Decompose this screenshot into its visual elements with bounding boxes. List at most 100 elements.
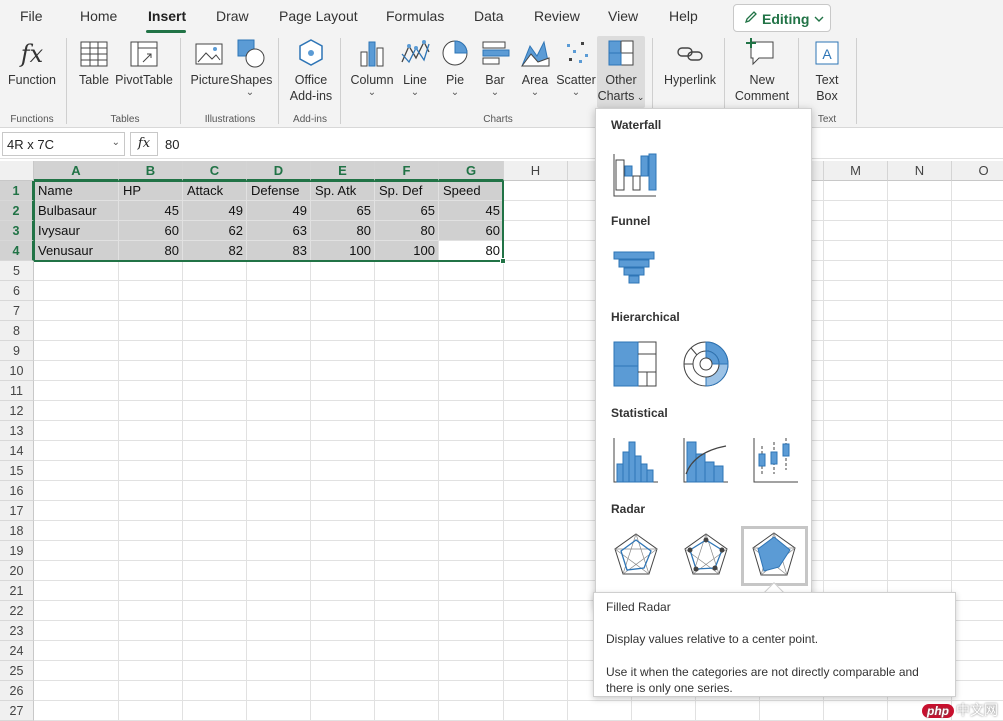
text-box-button[interactable]: A Text Box [806, 36, 848, 104]
row-header[interactable]: 6 [0, 281, 34, 301]
column-header[interactable]: D [247, 161, 311, 181]
pie-chart-button[interactable]: Pie ⌄ [436, 36, 474, 98]
tab-data[interactable]: Data [474, 8, 504, 24]
waterfall-chart-option[interactable] [608, 142, 668, 202]
pareto-chart-option[interactable] [678, 430, 738, 490]
tab-home[interactable]: Home [80, 8, 117, 24]
histogram-icon [613, 438, 658, 483]
row-header[interactable]: 23 [0, 621, 34, 641]
shapes-button[interactable]: Shapes ⌄ [230, 36, 272, 98]
row-header[interactable]: 27 [0, 701, 34, 721]
tab-file[interactable]: File [20, 8, 43, 24]
row-header[interactable]: 4 [0, 241, 34, 261]
row-header[interactable]: 1 [0, 181, 34, 201]
funnel-chart-option[interactable] [608, 238, 668, 298]
ribbon-insert: fx Function Functions Table PivotTable T… [0, 34, 1003, 128]
section-statistical: Statistical [611, 406, 668, 420]
watermark: php 中文网 [922, 700, 998, 720]
row-header[interactable]: 10 [0, 361, 34, 381]
box-whisker-chart-option[interactable] [748, 430, 808, 490]
row-header[interactable]: 2 [0, 201, 34, 221]
row-header[interactable]: 19 [0, 541, 34, 561]
function-button[interactable]: fx Function [8, 36, 56, 88]
column-header[interactable]: A [34, 161, 119, 181]
column-header[interactable]: N [888, 161, 952, 181]
new-comment-icon [732, 36, 792, 72]
ribbon-tabs: File Home Insert Draw Page Layout Formul… [0, 0, 1003, 34]
grid-hline [34, 300, 1003, 301]
column-header[interactable]: C [183, 161, 247, 181]
row-header[interactable]: 15 [0, 461, 34, 481]
picture-button[interactable]: Picture [190, 36, 230, 88]
row-header[interactable]: 14 [0, 441, 34, 461]
row-header[interactable]: 22 [0, 601, 34, 621]
row-header[interactable]: 18 [0, 521, 34, 541]
row-header[interactable]: 17 [0, 501, 34, 521]
column-chart-button[interactable]: Column ⌄ [350, 36, 394, 98]
select-all-corner[interactable] [0, 161, 34, 181]
group-separator [340, 38, 341, 124]
waterfall-icon [613, 153, 657, 197]
radar-chart-option[interactable] [608, 526, 668, 586]
radar-markers-chart-option[interactable] [678, 526, 738, 586]
row-header[interactable]: 7 [0, 301, 34, 321]
grid-hline [34, 560, 1003, 561]
row-header[interactable]: 20 [0, 561, 34, 581]
row-header[interactable]: 3 [0, 221, 34, 241]
tab-help[interactable]: Help [669, 8, 698, 24]
bar-chart-button[interactable]: Bar ⌄ [476, 36, 514, 98]
row-header[interactable]: 24 [0, 641, 34, 661]
column-header[interactable]: M [824, 161, 888, 181]
hyperlink-button[interactable]: Hyperlink [662, 36, 718, 88]
new-comment-button[interactable]: New Comment [732, 36, 792, 104]
function-label: Function [8, 73, 56, 87]
area-chart-button[interactable]: Area ⌄ [516, 36, 554, 98]
insert-function-button[interactable]: fx [130, 132, 158, 156]
row-header[interactable]: 26 [0, 681, 34, 701]
column-header[interactable]: H [504, 161, 568, 181]
tab-draw[interactable]: Draw [216, 8, 249, 24]
row-header[interactable]: 21 [0, 581, 34, 601]
sunburst-chart-option[interactable] [678, 334, 738, 394]
row-header[interactable]: 5 [0, 261, 34, 281]
row-header[interactable]: 16 [0, 481, 34, 501]
column-header[interactable]: F [375, 161, 439, 181]
treemap-chart-option[interactable] [608, 334, 668, 394]
column-header[interactable]: O [952, 161, 1003, 181]
tab-view[interactable]: View [608, 8, 638, 24]
watermark-text: 中文网 [956, 702, 998, 718]
other-charts-icon [597, 36, 645, 72]
histogram-chart-option[interactable] [608, 430, 668, 490]
formula-input[interactable]: 80 [165, 137, 179, 152]
filled-radar-chart-option[interactable] [741, 526, 808, 586]
tab-formulas[interactable]: Formulas [386, 8, 444, 24]
table-icon [76, 36, 112, 72]
section-funnel: Funnel [611, 214, 651, 228]
office-addins-button[interactable]: Office Add-ins [288, 36, 334, 104]
tab-review[interactable]: Review [534, 8, 580, 24]
excel-window: File Home Insert Draw Page Layout Formul… [0, 0, 1003, 721]
tab-page-layout[interactable]: Page Layout [279, 8, 358, 24]
row-header[interactable]: 8 [0, 321, 34, 341]
other-charts-button[interactable]: Other Charts ⌄ [597, 36, 645, 108]
column-header[interactable]: B [119, 161, 183, 181]
row-header[interactable]: 12 [0, 401, 34, 421]
row-header[interactable]: 13 [0, 421, 34, 441]
chevron-down-icon: ⌄ [367, 87, 377, 98]
fill-handle[interactable] [500, 258, 506, 264]
section-waterfall: Waterfall [611, 118, 662, 132]
pivottable-button[interactable]: PivotTable [115, 36, 173, 88]
row-header[interactable]: 11 [0, 381, 34, 401]
tab-insert[interactable]: Insert [148, 8, 186, 24]
column-header[interactable]: G [439, 161, 504, 181]
table-label: Table [79, 73, 109, 87]
row-header[interactable]: 25 [0, 661, 34, 681]
name-box[interactable]: 4R x 7C ⌄ [2, 132, 125, 156]
line-chart-button[interactable]: Line ⌄ [396, 36, 434, 98]
row-header[interactable]: 9 [0, 341, 34, 361]
table-button[interactable]: Table [76, 36, 112, 88]
editing-mode-button[interactable]: Editing [733, 4, 831, 32]
section-radar: Radar [611, 502, 646, 516]
scatter-chart-button[interactable]: Scatter ⌄ [556, 36, 596, 98]
column-header[interactable]: E [311, 161, 375, 181]
